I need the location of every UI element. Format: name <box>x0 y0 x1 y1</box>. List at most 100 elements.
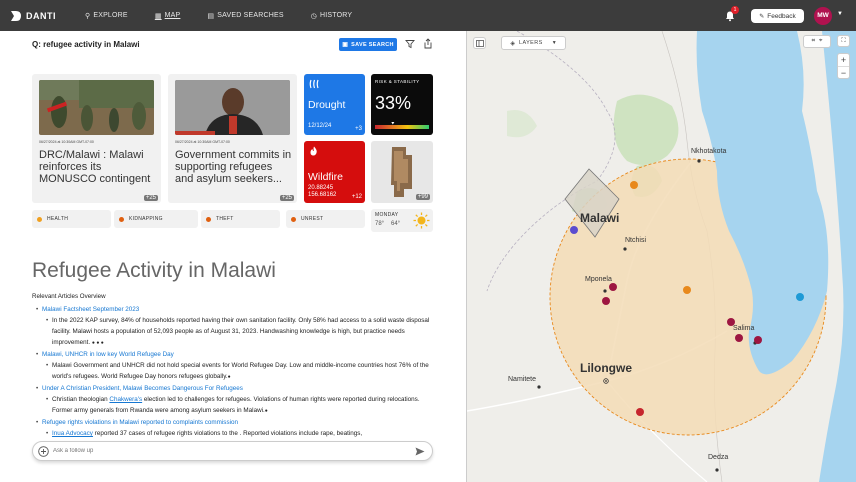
news-headline: Government commits in supporting refugee… <box>175 149 292 185</box>
more-count-badge: +12 <box>351 194 362 200</box>
danti-logo-icon <box>11 10 21 21</box>
article-link[interactable]: Malawi Factsheet September 2023 <box>32 304 432 315</box>
zoom-out-icon[interactable]: − <box>838 65 849 79</box>
brand-name: DANTI <box>26 10 56 21</box>
pill-kidnapping[interactable]: KIDNAPPING <box>114 210 198 228</box>
article-link[interactable]: Refugee rights violations in Malawi repo… <box>32 417 432 428</box>
filter-icon[interactable] <box>405 39 415 49</box>
send-icon[interactable] <box>415 447 425 456</box>
add-icon[interactable] <box>38 446 49 457</box>
save-search-button[interactable]: ▣ SAVE SEARCH <box>339 38 397 51</box>
pill-unrest[interactable]: UNREST <box>286 210 365 228</box>
nav-saved-label: SAVED SEARCHES <box>217 12 284 19</box>
article-summary-pre: Christian theologian <box>52 396 110 403</box>
fullscreen-button[interactable]: ⛶ <box>837 35 850 47</box>
sidebar-toggle-button[interactable] <box>473 37 486 49</box>
share-icon[interactable] <box>423 38 433 49</box>
wildfire-tile[interactable]: Wildfire 20.88245 156.68162 +12 <box>304 141 365 203</box>
map-canvas[interactable] <box>467 31 856 482</box>
more-count-badge: +25 <box>143 195 158 201</box>
citation-icon[interactable]: ● <box>228 374 231 380</box>
history-icon: ◷ <box>310 12 318 20</box>
pill-theft[interactable]: THEFT <box>201 210 280 228</box>
pill-unrest-label: UNREST <box>301 216 324 222</box>
article-summary-post: reported 37 cases of refugee rights viol… <box>92 430 363 437</box>
wildfire-longitude: 156.68162 <box>308 192 337 198</box>
fire-icon <box>310 146 317 156</box>
category-dot-icon <box>119 216 124 222</box>
pill-theft-label: THEFT <box>216 216 234 222</box>
save-icon: ▣ <box>342 42 349 48</box>
article-summary: In the 2022 KAP survey, 84% of household… <box>32 315 432 349</box>
brand-logo[interactable]: DANTI <box>10 10 56 22</box>
wildfire-latitude: 20.88245 <box>308 185 334 191</box>
layers-icon: ◈ <box>510 40 515 47</box>
risk-gauge-bar <box>375 122 429 129</box>
article-summary-text: In the 2022 KAP survey, 84% of household… <box>52 317 430 346</box>
pill-health[interactable]: HEALTH <box>32 210 111 228</box>
article-title[interactable]: Malawi, UNHCR in low key World Refugee D… <box>42 351 174 358</box>
citation-icons[interactable]: ● ● ● <box>92 340 104 346</box>
nav-explore-label: EXPLORE <box>93 12 128 19</box>
map-label-dedza: Dedza <box>708 454 729 461</box>
layers-label: LAYERS <box>518 40 543 46</box>
article-title[interactable]: Under A Christian President, Malawi Beco… <box>42 385 243 392</box>
news-card-government-refugees[interactable]: 06/27/2024 at 10:30AM GMT-07:00 Governme… <box>168 74 297 203</box>
imagery-tile[interactable]: +99 <box>371 141 433 203</box>
map-view[interactable]: Malawi Lilongwe Nkhotakota Ntchisi Mpone… <box>466 31 856 482</box>
nav-history[interactable]: ◷ HISTORY <box>311 12 353 20</box>
news-timestamp: 06/27/2024 at 10:30AM GMT-07:00 <box>175 140 230 144</box>
entity-link[interactable]: Inua Advocacy <box>52 430 93 437</box>
news-headline: DRC/Malawi : Malawi reinforces its MONUS… <box>39 149 151 185</box>
drought-date: 12/12/24 <box>308 123 332 129</box>
chevron-down-icon[interactable]: ▼ <box>837 11 843 17</box>
nav-saved-searches[interactable]: ▤ SAVED SEARCHES <box>207 12 283 20</box>
nav-map-label: MAP <box>164 12 181 19</box>
article-summary: Inua Advocacy reported 37 cases of refug… <box>32 428 432 439</box>
article-title[interactable]: Refugee rights violations in Malawi repo… <box>42 419 238 426</box>
map-label-country: Malawi <box>580 211 620 225</box>
article-link[interactable]: Malawi, UNHCR in low key World Refugee D… <box>32 349 432 360</box>
drought-icon <box>309 79 319 89</box>
article-title[interactable]: Malawi Factsheet September 2023 <box>42 306 139 313</box>
risk-value: 33% <box>375 93 412 113</box>
draw-polygon-icon[interactable]: ⌗ <box>812 38 815 45</box>
nav-map[interactable]: ▦ MAP <box>155 12 181 20</box>
report-heading: Refugee Activity in Malawi <box>32 259 276 282</box>
query-title: Q: refugee activity in Malawi <box>32 40 140 49</box>
more-count-badge: +3 <box>355 126 362 132</box>
map-label-ntchisi: Ntchisi <box>625 237 647 244</box>
more-count-badge: +99 <box>415 194 430 200</box>
articles-list: Malawi Factsheet September 2023 In the 2… <box>32 304 432 439</box>
pill-kidnapping-label: KIDNAPPING <box>129 216 163 222</box>
user-avatar[interactable]: MW <box>814 7 832 25</box>
map-icon: ▦ <box>154 12 162 20</box>
category-dot-icon <box>37 216 42 222</box>
layers-dropdown[interactable]: ◈ LAYERS ▼ <box>501 36 566 50</box>
risk-stability-tile[interactable]: RISK & STABILITY 33% <box>371 74 433 135</box>
top-navigation-bar: DANTI ⚲ EXPLORE ▦ MAP ▤ SAVED SEARCHES ◷… <box>0 0 856 31</box>
map-label-namitete: Namitete <box>508 376 537 383</box>
feedback-icon: ✎ <box>759 13 765 20</box>
feedback-button[interactable]: ✎ Feedback <box>751 9 804 23</box>
draw-point-icon[interactable]: ⌖ <box>819 38 822 45</box>
sun-icon <box>413 212 430 229</box>
panel-icon <box>475 39 484 47</box>
saved-icon: ▤ <box>207 12 215 20</box>
zoom-controls[interactable]: + − <box>837 53 850 79</box>
draw-tools[interactable]: ⌗ ⌖ <box>803 35 831 48</box>
wildfire-title: Wildfire <box>308 171 344 183</box>
nav-history-label: HISTORY <box>320 12 353 19</box>
follow-up-input[interactable] <box>53 448 393 454</box>
article-link[interactable]: Under A Christian President, Malawi Beco… <box>32 383 432 394</box>
weather-widget[interactable]: MONDAY 78° 64° <box>371 209 433 232</box>
drought-tile[interactable]: Drought 12/12/24 +3 <box>304 74 365 135</box>
map-label-salima: Salima <box>733 325 755 332</box>
entity-link[interactable]: Chakwera's <box>109 396 142 403</box>
zoom-in-icon[interactable]: + <box>841 54 846 66</box>
citation-icon[interactable]: ● <box>265 408 268 414</box>
nav-explore[interactable]: ⚲ EXPLORE <box>85 12 128 20</box>
news-card-malawi-monusco[interactable]: 06/27/2024 at 10:30AM GMT-07:00 DRC/Mala… <box>32 74 161 203</box>
weather-low: 64° <box>391 221 401 227</box>
follow-up-bar[interactable] <box>32 441 433 461</box>
